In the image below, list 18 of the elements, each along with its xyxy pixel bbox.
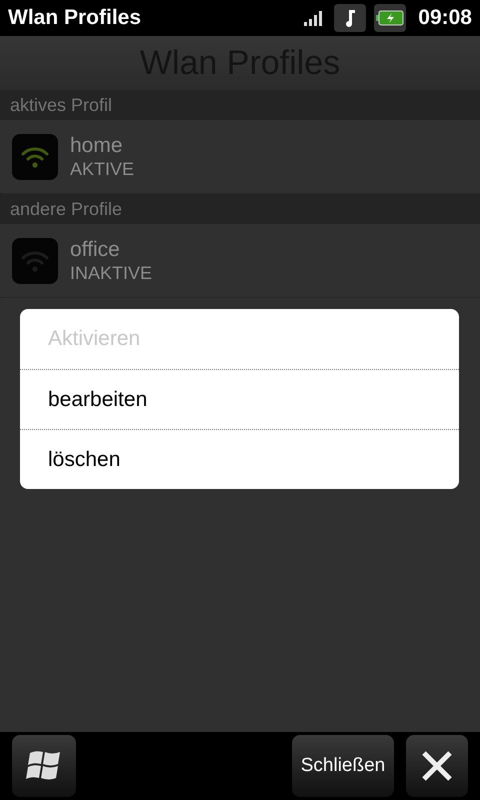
profile-item[interactable]: office INAKTIVE xyxy=(0,224,480,298)
close-softkey-button[interactable]: Schließen xyxy=(292,735,394,797)
clock: 09:08 xyxy=(418,5,472,32)
menu-item[interactable]: löschen xyxy=(20,429,459,489)
music-note-icon xyxy=(334,4,366,32)
menu-item[interactable]: bearbeiten xyxy=(20,369,459,429)
close-icon xyxy=(421,750,453,782)
profile-name: home xyxy=(70,134,124,158)
profile-status: AKTIVE xyxy=(70,158,134,180)
signal-icon xyxy=(302,10,322,26)
battery-icon xyxy=(374,4,406,32)
section-header: aktives Profil xyxy=(0,90,480,120)
profile-name: office xyxy=(70,238,121,262)
app-title: Wlan Profiles xyxy=(8,5,142,32)
close-button[interactable] xyxy=(406,735,468,797)
section-header: andere Profile xyxy=(0,194,480,224)
profile-status: INAKTIVE xyxy=(70,262,152,284)
start-button[interactable] xyxy=(12,735,76,797)
